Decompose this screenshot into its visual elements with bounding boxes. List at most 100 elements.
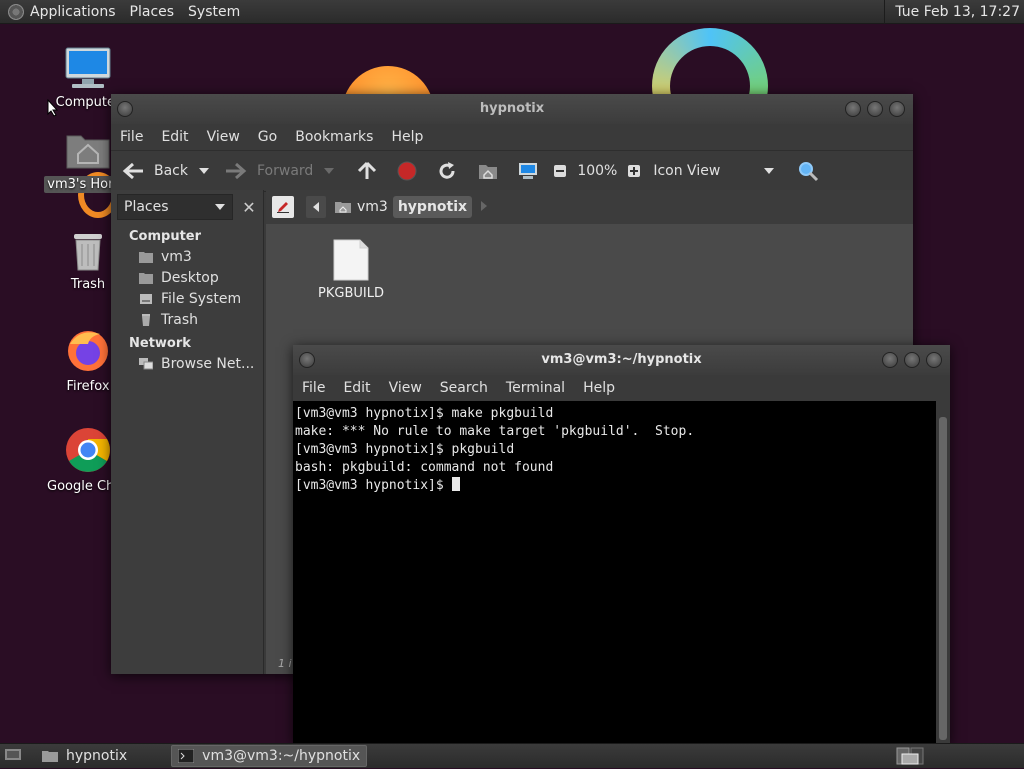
reload-button[interactable] bbox=[437, 161, 457, 181]
menu-file[interactable]: File bbox=[293, 380, 334, 396]
window-menu-icon[interactable] bbox=[299, 352, 315, 368]
search-icon bbox=[799, 162, 819, 182]
home-folder-icon bbox=[139, 252, 153, 263]
view-mode-dropdown[interactable] bbox=[763, 166, 775, 176]
firefox-icon bbox=[68, 331, 108, 371]
desktop-folder-icon bbox=[139, 273, 153, 284]
desktop-icon-label: Trash bbox=[70, 277, 106, 292]
close-button[interactable] bbox=[889, 101, 905, 117]
trash-icon bbox=[142, 314, 150, 326]
menu-help[interactable]: Help bbox=[382, 129, 432, 145]
edit-pencil-icon bbox=[277, 202, 289, 213]
menu-view[interactable]: View bbox=[380, 380, 431, 396]
terminal-output[interactable]: [vm3@vm3 hypnotix]$ make pkgbuild make: *… bbox=[293, 401, 936, 744]
breadcrumb-vm3[interactable]: vm3 bbox=[330, 196, 393, 218]
places-menu[interactable]: Places bbox=[124, 0, 183, 24]
back-arrow-icon bbox=[122, 162, 143, 180]
terminal-line: make: *** No rule to make target 'pkgbui… bbox=[295, 424, 695, 439]
sidebar-item-browse-network[interactable]: Browse Net... bbox=[111, 354, 263, 375]
reload-icon bbox=[439, 162, 455, 179]
menu-go[interactable]: Go bbox=[249, 129, 286, 145]
view-mode-select[interactable]: Icon View bbox=[653, 163, 753, 179]
menu-edit[interactable]: Edit bbox=[152, 129, 197, 145]
up-arrow-icon bbox=[358, 161, 377, 179]
window-title: vm3@vm3:~/hypnotix bbox=[541, 352, 702, 367]
menu-search[interactable]: Search bbox=[431, 380, 497, 396]
file-name: PKGBUILD bbox=[318, 286, 384, 301]
close-sidebar-button[interactable]: ✕ bbox=[241, 198, 257, 217]
maximize-button[interactable] bbox=[904, 352, 920, 368]
maximize-button[interactable] bbox=[867, 101, 883, 117]
back-button[interactable]: Back bbox=[121, 161, 188, 181]
chevron-down-icon bbox=[764, 168, 775, 174]
desktop-icon-label: Firefox bbox=[66, 379, 110, 394]
forward-arrow-icon bbox=[226, 162, 247, 180]
minimize-button[interactable] bbox=[845, 101, 861, 117]
menu-help[interactable]: Help bbox=[574, 380, 624, 396]
zoom-out-button[interactable] bbox=[553, 164, 567, 178]
scrollbar-thumb[interactable] bbox=[939, 417, 947, 740]
status-bar-text: 1 i bbox=[278, 657, 292, 670]
top-panel: Applications Places System Tue Feb 13, 1… bbox=[0, 0, 1024, 24]
drive-icon bbox=[140, 294, 152, 304]
menu-view[interactable]: View bbox=[198, 129, 249, 145]
bottom-panel: hypnotix vm3@vm3:~/hypnotix bbox=[0, 743, 1024, 768]
terminal-titlebar[interactable]: vm3@vm3:~/hypnotix bbox=[293, 345, 950, 375]
computer-button[interactable] bbox=[517, 161, 539, 181]
window-menu-icon[interactable] bbox=[117, 101, 133, 117]
file-manager-toolbar: Back Forward 100% Icon View bbox=[111, 150, 913, 192]
chevron-right-icon bbox=[481, 200, 488, 211]
back-history-dropdown[interactable] bbox=[198, 166, 210, 176]
stop-button[interactable] bbox=[397, 161, 417, 181]
menu-terminal[interactable]: Terminal bbox=[497, 380, 574, 396]
search-button[interactable] bbox=[797, 160, 819, 182]
file-manager-titlebar[interactable]: hypnotix bbox=[111, 94, 913, 124]
terminal-line: bash: pkgbuild: command not found bbox=[295, 460, 554, 475]
home-folder-icon bbox=[66, 135, 110, 169]
taskbar-item-file-manager[interactable]: hypnotix bbox=[36, 746, 133, 766]
home-button[interactable] bbox=[477, 161, 499, 181]
path-scroll-right[interactable] bbox=[480, 200, 488, 215]
home-folder-icon bbox=[335, 202, 351, 213]
menu-logo-icon[interactable] bbox=[8, 3, 24, 20]
terminal-icon bbox=[178, 749, 195, 763]
file-manager-menubar: File Edit View Go Bookmarks Help bbox=[111, 124, 913, 150]
breadcrumb-hypnotix[interactable]: hypnotix bbox=[392, 196, 473, 218]
terminal-menubar: File Edit View Search Terminal Help bbox=[293, 375, 950, 401]
sidebar-item-trash[interactable]: Trash bbox=[111, 310, 263, 331]
taskbar-item-terminal[interactable]: vm3@vm3:~/hypnotix bbox=[171, 745, 368, 767]
path-scroll-left[interactable] bbox=[306, 196, 326, 218]
menu-file[interactable]: File bbox=[111, 129, 152, 145]
trash-icon bbox=[74, 234, 102, 271]
workspace-switcher-icon bbox=[896, 747, 924, 765]
clock[interactable]: Tue Feb 13, 17:27 bbox=[884, 0, 1020, 24]
up-button[interactable] bbox=[357, 161, 377, 181]
zoom-out-icon bbox=[554, 165, 567, 177]
network-icon bbox=[139, 358, 153, 370]
text-file-icon bbox=[333, 239, 369, 281]
workspace-switcher[interactable] bbox=[896, 747, 924, 769]
menu-bookmarks[interactable]: Bookmarks bbox=[286, 129, 382, 145]
zoom-in-button[interactable] bbox=[627, 164, 641, 178]
file-item[interactable]: PKGBUILD bbox=[306, 238, 396, 301]
forward-history-dropdown[interactable] bbox=[323, 166, 335, 176]
sidebar-item-desktop[interactable]: Desktop bbox=[111, 268, 263, 289]
forward-button[interactable]: Forward bbox=[224, 161, 313, 181]
toggle-location-button[interactable] bbox=[272, 196, 294, 218]
zoom-in-icon bbox=[628, 165, 641, 177]
chevron-down-icon bbox=[199, 168, 209, 174]
sidebar-selector[interactable]: Places bbox=[117, 194, 233, 220]
system-menu[interactable]: System bbox=[182, 0, 248, 24]
terminal-line: [vm3@vm3 hypnotix]$ pkgbuild bbox=[295, 442, 515, 457]
close-button[interactable] bbox=[926, 352, 942, 368]
chevron-down-icon bbox=[324, 168, 335, 174]
applications-menu[interactable]: Applications bbox=[24, 0, 124, 24]
sidebar-item-vm3[interactable]: vm3 bbox=[111, 247, 263, 268]
sidebar-item-file-system[interactable]: File System bbox=[111, 289, 263, 310]
menu-edit[interactable]: Edit bbox=[334, 380, 379, 396]
terminal-prompt-line: [vm3@vm3 hypnotix]$ bbox=[295, 477, 934, 495]
show-desktop-button[interactable] bbox=[4, 746, 22, 766]
terminal-line: [vm3@vm3 hypnotix]$ make pkgbuild bbox=[295, 406, 554, 421]
minimize-button[interactable] bbox=[882, 352, 898, 368]
terminal-scrollbar[interactable] bbox=[936, 401, 950, 744]
